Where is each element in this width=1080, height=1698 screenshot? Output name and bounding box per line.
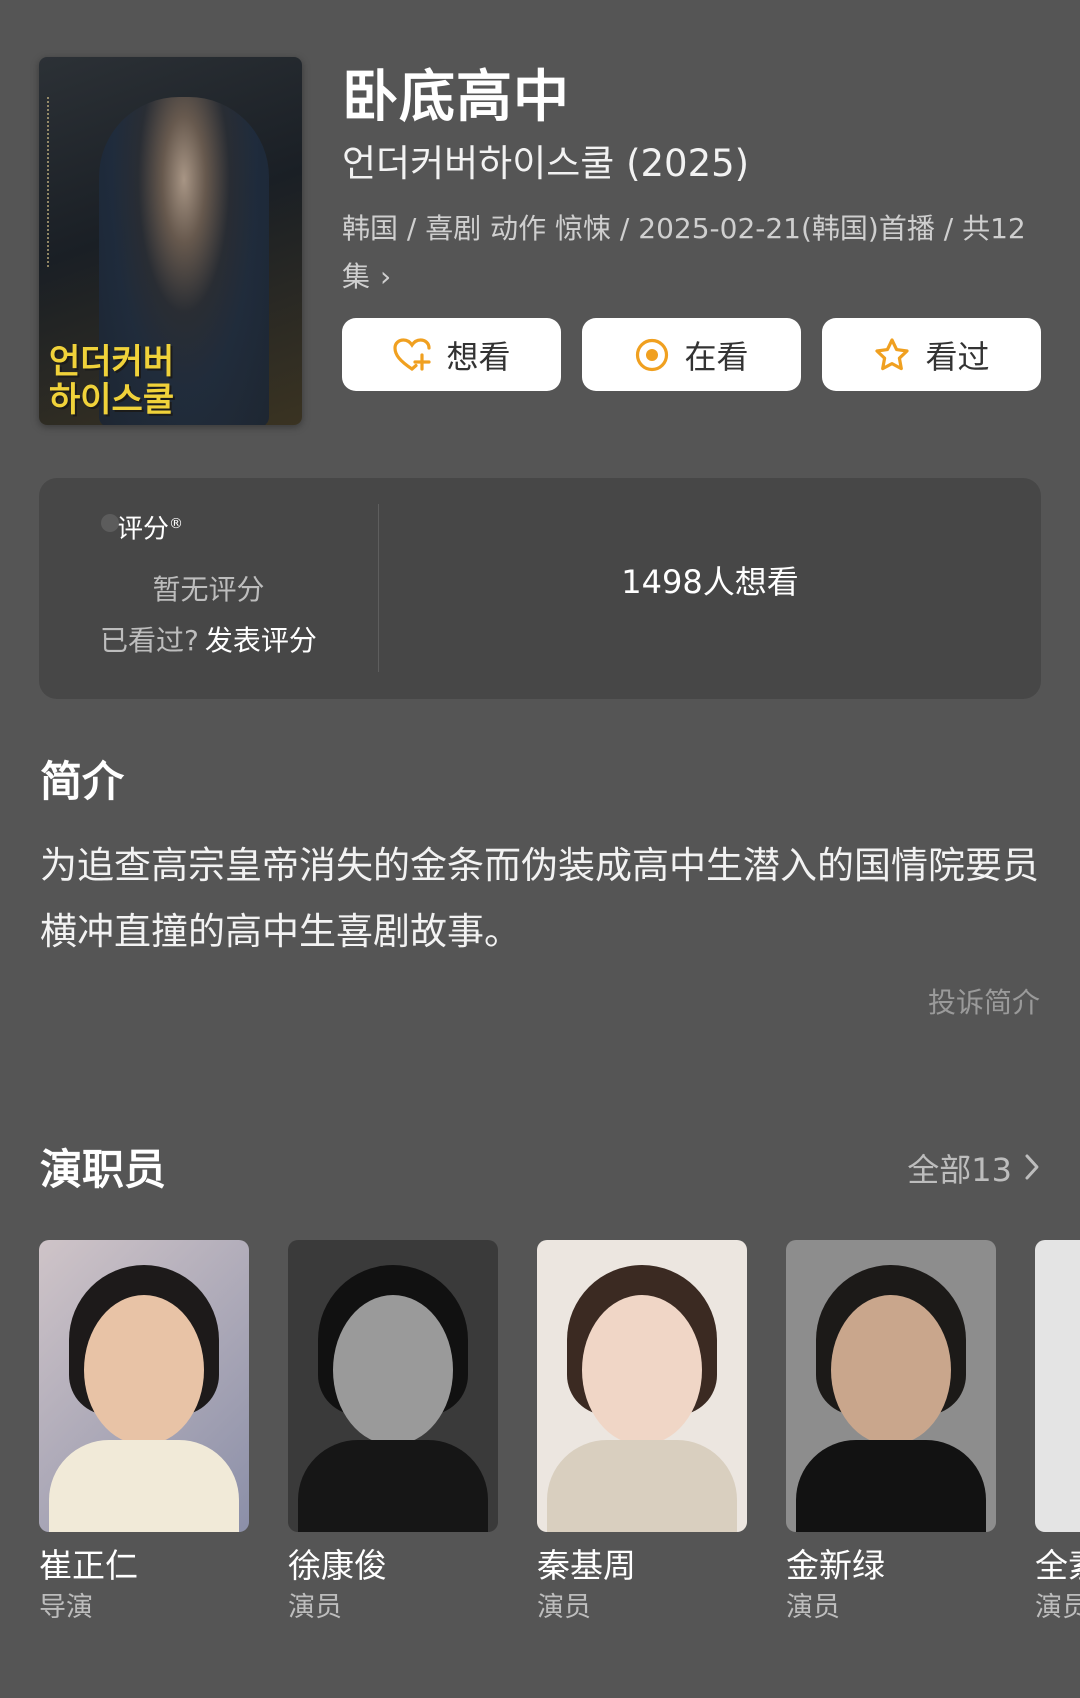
registered-mark: ® <box>169 516 184 532</box>
cast-card[interactable]: 秦基周 演员 <box>537 1240 747 1628</box>
cast-role: 演员 <box>786 1592 840 1623</box>
cast-heading: 演职员 <box>40 1145 167 1194</box>
poster-title: 언더커버 하이스쿨 <box>49 342 175 420</box>
score-label: 评分® <box>101 506 184 548</box>
cast-name: 崔正仁 <box>39 1546 138 1585</box>
cast-photo <box>537 1240 747 1532</box>
cast-card[interactable]: 崔正仁 导演 <box>39 1240 249 1628</box>
intro-text: 为追查高宗皇帝消失的金条而伪装成高中生潜入的国情院要员横冲直撞的高中生喜剧故事。 <box>40 844 1039 953</box>
star-icon <box>873 337 911 373</box>
cast-card[interactable]: 徐康俊 演员 <box>288 1240 498 1628</box>
seen-question: 已看过? <box>100 624 199 657</box>
poster-side-decoration <box>47 97 63 267</box>
cast-name: 秦基周 <box>537 1546 636 1585</box>
report-intro-link[interactable]: 投诉简介 <box>928 983 1040 1023</box>
page-title: 卧底高中 <box>342 65 570 130</box>
cast-name: 徐康俊 <box>288 1546 387 1585</box>
watching-button[interactable]: 在看 <box>582 318 801 391</box>
poster-image[interactable]: 언더커버 하이스쿨 <box>39 57 302 425</box>
want-to-watch-button[interactable]: 想看 <box>342 318 561 391</box>
rate-link[interactable]: 发表评分 <box>205 624 317 657</box>
cast-role: 演员 <box>288 1592 342 1623</box>
meta-text: 韩国 / 喜剧 动作 惊悚 / 2025-02-21(韩国)首播 / 共12集 <box>342 212 1026 293</box>
cast-photo <box>39 1240 249 1532</box>
all-cast-label: 全部13 <box>907 1151 1012 1189</box>
all-cast-link[interactable]: 全部13 <box>907 1150 1040 1190</box>
rate-prompt: 已看过? 发表评分 <box>39 621 378 661</box>
intro-heading: 简介 <box>40 757 125 806</box>
show-meta-info[interactable]: 韩国 / 喜剧 动作 惊悚 / 2025-02-21(韩国)首播 / 共12集 › <box>342 205 1042 301</box>
cast-name: 全素 <box>1035 1546 1080 1585</box>
watched-button[interactable]: 看过 <box>822 318 1041 391</box>
original-title: 언더커버하이스쿨 (2025) <box>342 142 750 185</box>
want-to-watch-label: 想看 <box>446 337 511 376</box>
want-count: 1498人想看 <box>621 563 799 601</box>
cast-photo <box>1035 1240 1080 1532</box>
score-logo-icon <box>101 514 119 532</box>
watching-label: 在看 <box>684 337 749 376</box>
cast-name: 金新绿 <box>786 1546 885 1585</box>
cast-photo <box>288 1240 498 1532</box>
heart-plus-icon <box>392 337 432 373</box>
cast-photo <box>786 1240 996 1532</box>
chevron-right-icon <box>1024 1150 1040 1190</box>
cast-role: 演员 <box>1035 1592 1080 1623</box>
score-label-text: 评分 <box>117 514 170 545</box>
target-circle-icon <box>634 337 670 373</box>
cast-role: 导演 <box>39 1592 93 1623</box>
no-score-text: 暂无评分 <box>152 573 265 606</box>
cast-role: 演员 <box>537 1592 591 1623</box>
rating-card: 评分® 暂无评分 已看过? 发表评分 1498人想看 <box>39 478 1041 699</box>
chevron-right-icon: › <box>380 260 392 293</box>
watched-label: 看过 <box>925 337 990 376</box>
cast-card[interactable]: 金新绿 演员 <box>786 1240 996 1628</box>
cast-card[interactable]: 全素 演员 <box>1035 1240 1080 1628</box>
